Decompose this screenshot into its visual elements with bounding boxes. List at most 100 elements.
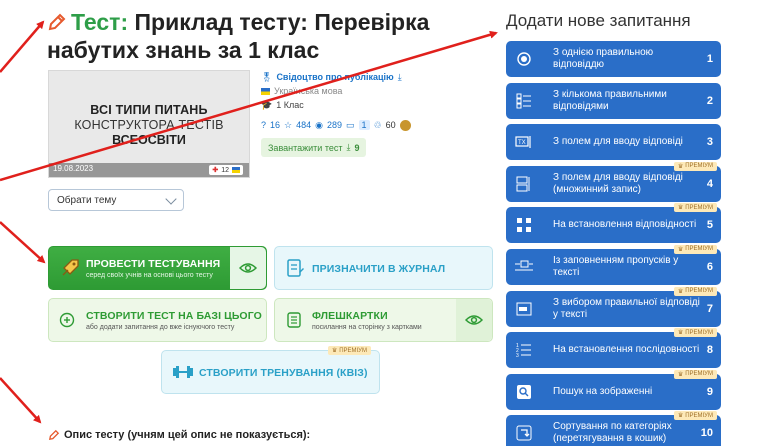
premium-badge: ♛ ПРЕМІУМ	[673, 286, 717, 296]
flashcards-label: ФЛЕШКАРТКИ	[312, 310, 388, 322]
checkbox-list-icon	[514, 91, 534, 111]
svg-text:TX: TX	[518, 140, 526, 146]
question-type-item[interactable]: TX З полем для вводу відповіді 3	[506, 124, 721, 161]
eye-icon	[239, 263, 257, 273]
sequence-icon: 123	[514, 340, 534, 360]
download-test-button[interactable]: Завантажити тест ⤓ 9	[261, 138, 367, 157]
stat-questions: 16	[270, 120, 281, 130]
premium-label: ПРЕМІУМ	[685, 371, 713, 378]
question-type-number: 3	[706, 136, 713, 149]
question-type-number: 1	[706, 53, 713, 65]
grade-label: 1 Клас	[276, 100, 304, 110]
ukraine-flag-icon	[261, 87, 270, 95]
question-type-item[interactable]: З вибором правильної відповіді у тексті 7…	[506, 286, 721, 327]
question-type-item[interactable]: З полем для вводу відповіді (множинний з…	[506, 161, 721, 202]
test-thumbnail[interactable]: ВСІ ТИПИ ПИТАНЬ КОНСТРУКТОРА ТЕСТІВ ВСЕО…	[48, 70, 250, 178]
question-type-label: Сортування по категоріях (перетягування …	[553, 421, 672, 445]
like-icon[interactable]: ♲	[374, 120, 382, 131]
fill-gaps-icon	[514, 257, 534, 277]
certificate-link[interactable]: Свідоцтво про публікацію	[276, 72, 393, 82]
flashcards-button[interactable]: ФЛЕШКАРТКИ посилання на сторінку з картк…	[274, 298, 493, 342]
text-field-icon: TX	[514, 132, 534, 152]
crown-icon: ♛	[677, 163, 684, 170]
certificate-row[interactable]: 🎖 Свідоцтво про публікацію ⤓	[261, 70, 491, 84]
question-type-item[interactable]: З кількома правильними відповідями 2	[506, 82, 721, 119]
question-type-number: 2	[706, 94, 713, 107]
create-quiz-button[interactable]: СТВОРИТИ ТРЕНУВАННЯ (КВІЗ) ♛ ПРЕМІУМ	[161, 346, 380, 394]
crown-icon: ♛	[677, 371, 684, 378]
download-label: Завантажити тест	[268, 142, 343, 153]
matching-icon	[514, 215, 534, 235]
question-type-item[interactable]: 1 2 3 На встановлення послідовності 8 ♛ ПРЕМІУ…	[506, 328, 721, 369]
add-question-title: Додати нове запитання	[506, 11, 691, 30]
premium-badge: ♛ ПРЕМІУМ	[673, 369, 717, 379]
create-based-sub: або додати запитання до вже існуючого те…	[86, 324, 235, 331]
premium-label: ПРЕМІУМ	[685, 412, 713, 419]
question-type-label: З вибором правильної відповіді у тексті	[553, 296, 700, 320]
premium-badge: ♛ ПРЕМІУМ	[673, 161, 717, 171]
dumbbell-icon	[173, 366, 193, 378]
svg-text:3: 3	[516, 353, 519, 358]
question-type-item[interactable]: Пошук на зображенні 9 ♛ ПРЕМІУМ	[506, 369, 721, 410]
question-type-number: 9	[706, 385, 713, 398]
run-test-button[interactable]: ПРОВЕСТИ ТЕСТУВАННЯ серед своїх учнів на…	[48, 246, 267, 290]
question-type-label: З однією правильною відповіддю	[553, 47, 654, 70]
pencil-icon[interactable]	[47, 12, 67, 32]
preview-eye-button[interactable]	[230, 247, 266, 289]
create-based-button[interactable]: СТВОРИТИ ТЕСТ НА БАЗІ ЦЬОГО або додати з…	[48, 298, 267, 342]
crown-icon: ♛	[677, 330, 684, 337]
stats-row: ? 16 ☆ 484 ◉ 289 ▭ 1 ♲ 60	[261, 118, 491, 132]
question-type-label: З полем для вводу відповіді	[553, 136, 683, 148]
author-avatar[interactable]	[399, 119, 411, 131]
radio-icon	[514, 49, 534, 69]
download-icon[interactable]: ⤓	[398, 72, 402, 83]
question-type-item[interactable]: Сортування по категоріях (перетягування …	[506, 411, 721, 446]
crown-icon: ♛	[331, 348, 338, 354]
create-quiz-label: СТВОРИТИ ТРЕНУВАННЯ (КВІЗ)	[199, 367, 368, 379]
multi-field-icon	[514, 174, 534, 194]
flashcards-sub: посилання на сторінку з картками	[312, 324, 422, 331]
premium-label: ПРЕМІУМ	[685, 163, 713, 170]
premium-label: ПРЕМІУМ	[685, 288, 713, 295]
flashcards-icon	[287, 312, 301, 328]
question-type-item[interactable]: На встановлення відповідності 5 ♛ ПРЕМІУМ	[506, 203, 721, 244]
question-type-label: Пошук на зображенні	[553, 385, 653, 397]
description-label: Опис тесту (учням цей опис не показуєтьс…	[64, 429, 311, 441]
question-type-list: З однією правильною відповіддю 1 З кільком…	[506, 41, 721, 446]
stat-comments[interactable]: 1	[358, 120, 370, 130]
run-test-label: ПРОВЕСТИ ТЕСТУВАННЯ	[86, 258, 221, 270]
question-type-item[interactable]: Із заповненням пропусків у тексті 6 ♛ ПРЕМІ…	[506, 244, 721, 285]
page-title: Тест: Приклад тесту: Перевірка набутих з…	[47, 8, 467, 64]
premium-badge: ♛ ПРЕМІУМ	[673, 203, 717, 213]
cross-icon: ✚	[212, 167, 219, 174]
thumbnail-line-2: КОНСТРУКТОРА ТЕСТІВ	[74, 118, 224, 132]
question-type-label: З полем для вводу відповіді (множинний з…	[553, 171, 683, 195]
flag-icon	[232, 167, 240, 173]
comment-icon[interactable]: ▭	[346, 120, 355, 131]
question-type-label: На встановлення відповідності	[553, 219, 697, 231]
crown-icon: ♛	[677, 205, 684, 212]
plus-circle-icon	[59, 312, 75, 328]
thumbnail-line-1: ВСІ ТИПИ ПИТАНЬ	[90, 103, 208, 117]
description-heading: Опис тесту (учням цей опис не показуєтьс…	[48, 429, 310, 441]
flashcards-eye-button[interactable]	[456, 299, 492, 341]
create-based-label: СТВОРИТИ ТЕСТ НА БАЗІ ЦЬОГО	[86, 310, 262, 322]
star-icon: ☆	[284, 119, 293, 130]
image-search-icon	[514, 382, 534, 402]
rocket-icon	[62, 259, 79, 276]
assign-journal-button[interactable]: ПРИЗНАЧИТИ В ЖУРНАЛ	[274, 246, 493, 290]
question-type-number: 5	[706, 219, 713, 232]
pencil-icon[interactable]	[48, 429, 60, 441]
eye-icon	[465, 315, 483, 325]
crown-icon: ♛	[677, 288, 684, 295]
question-type-label: З кількома правильними відповідями	[553, 88, 667, 112]
question-type-item[interactable]: З однією правильною відповіддю 1	[506, 41, 721, 77]
premium-badge: ♛ ПРЕМІУМ	[673, 244, 717, 254]
language-row: Українська мова	[261, 84, 491, 98]
premium-label: ПРЕМІУМ	[685, 329, 713, 336]
question-type-label: На встановлення послідовності	[553, 344, 700, 356]
crown-icon: ♛	[677, 246, 684, 253]
question-type-number: 7	[706, 302, 713, 315]
topic-select[interactable]: Обрати тему	[48, 189, 184, 211]
premium-label: ПРЕМІУМ	[339, 347, 367, 354]
